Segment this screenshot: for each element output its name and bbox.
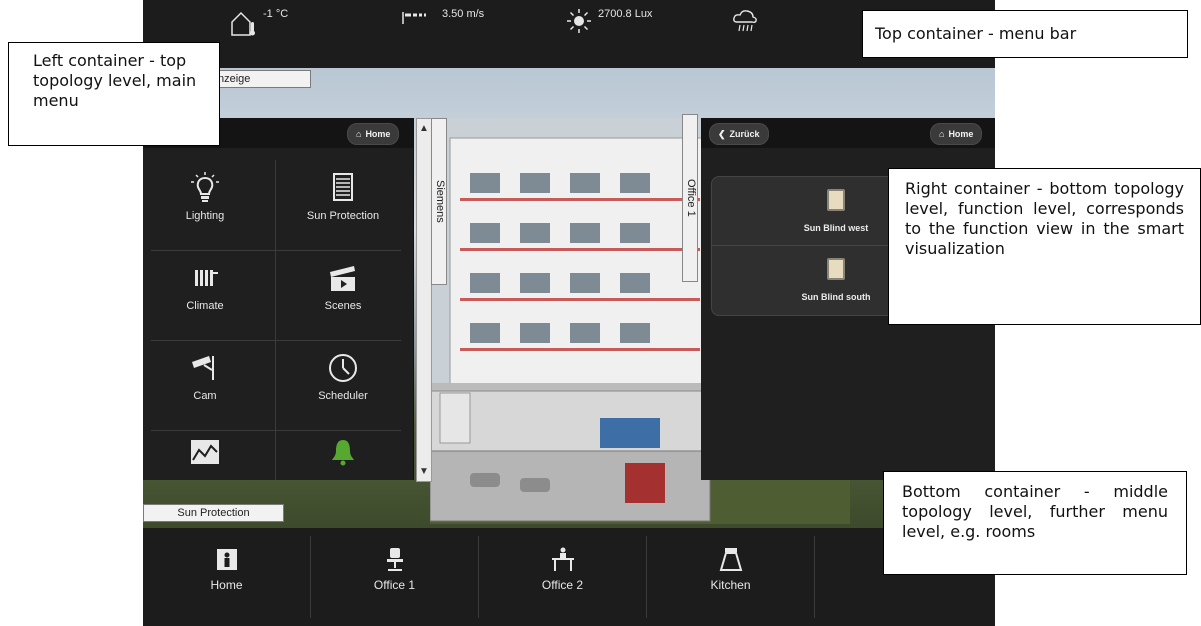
room-label: Home: [210, 578, 243, 592]
callout-left-container: Left container - top topology level, mai…: [8, 42, 220, 146]
home-icon: ⌂: [356, 129, 362, 139]
room-label: Office 1: [373, 578, 416, 592]
status-field: Sun Protection: [143, 504, 284, 522]
clapperboard-icon: [330, 266, 355, 291]
room-label: Office 2: [541, 578, 584, 592]
back-button-label: Zurück: [729, 129, 760, 139]
blind-icon: [333, 173, 353, 201]
chart-icon: [191, 440, 219, 464]
home-icon: ⌂: [939, 129, 945, 139]
sun-icon: [567, 9, 591, 33]
wind-value: 3.50 m/s: [442, 8, 485, 20]
coffee-pot-icon: [719, 548, 742, 571]
menu-divider: [151, 340, 401, 341]
wind-icon: [402, 12, 426, 24]
display-field: nzeige: [213, 70, 311, 88]
room-home[interactable]: Home: [143, 528, 310, 626]
scroll-down-icon[interactable]: ▼: [419, 466, 429, 477]
menu-item-label: Cam: [193, 390, 217, 402]
menu-item-label: Scheduler: [318, 390, 368, 402]
bell-icon: [332, 440, 354, 466]
menu-item-alarm[interactable]: [281, 432, 405, 480]
smart-home-app: -1 °C 3.50 m/s 2700.8 Lux nzeige ▲ ▼ Sie…: [143, 0, 995, 626]
menu-divider: [151, 430, 401, 431]
function-label: Sun Blind west: [803, 223, 869, 233]
callout-bottom-container: Bottom container - middle topology level…: [883, 471, 1187, 575]
scroll-up-icon[interactable]: ▲: [419, 123, 429, 134]
menu-item-scenes[interactable]: Scenes: [281, 252, 405, 340]
lightbulb-icon: [191, 172, 219, 202]
brightness-display[interactable]: 2700.8 Lux: [566, 8, 652, 34]
menu-item-label: Scenes: [324, 300, 362, 312]
blind-icon: [827, 189, 845, 211]
building-tab-siemens[interactable]: Siemens: [431, 118, 447, 285]
callout-top-container: Top container - menu bar: [862, 10, 1188, 58]
menu-item-label: Sun Protection: [306, 210, 380, 222]
clock-icon: [329, 354, 357, 382]
home-button[interactable]: ⌂ Home: [930, 123, 983, 145]
home-button[interactable]: ⌂ Home: [347, 123, 400, 145]
house-thermometer-icon: [231, 11, 255, 36]
menu-item-climate[interactable]: Climate: [143, 252, 267, 340]
temperature-display[interactable]: -1 °C: [229, 8, 288, 36]
wind-display[interactable]: 3.50 m/s: [400, 8, 484, 26]
room-office-1[interactable]: Office 1: [311, 528, 478, 626]
menu-scrollbar[interactable]: ▲ ▼: [416, 118, 432, 482]
menu-item-label: Climate: [186, 300, 224, 312]
building-tab-office1[interactable]: Office 1: [682, 114, 698, 282]
blind-icon: [827, 258, 845, 280]
room-kitchen[interactable]: Kitchen: [647, 528, 814, 626]
menu-item-chart[interactable]: [143, 432, 267, 480]
menu-item-label: Lighting: [185, 210, 225, 222]
menu-item-cam[interactable]: Cam: [143, 342, 267, 430]
room-office-2[interactable]: Office 2: [479, 528, 646, 626]
menu-item-scheduler[interactable]: Scheduler: [281, 342, 405, 430]
room-menu-bar: Home Office 1 Office 2 Kitchen: [143, 528, 995, 626]
temperature-value: -1 °C: [263, 8, 289, 20]
home-icon: [216, 549, 237, 570]
home-button-label: Home: [948, 129, 974, 139]
menu-divider: [151, 250, 401, 251]
rain-display[interactable]: [732, 8, 758, 34]
function-label: Sun Blind south: [801, 292, 871, 302]
back-button[interactable]: ❮ Zurück: [709, 123, 769, 145]
function-panel-header: ❮ Zurück ⌂ Home: [701, 118, 995, 148]
camera-icon: [192, 356, 214, 380]
room-divider: [814, 536, 815, 618]
brightness-value: 2700.8 Lux: [598, 8, 653, 20]
room-label: Kitchen: [710, 578, 751, 592]
office-chair-icon: [386, 548, 403, 571]
rain-cloud-icon: [733, 10, 757, 32]
callout-right-container: Right container - bottom topology level,…: [888, 168, 1201, 325]
main-menu-panel: ⌂ Home Lighting Sun Protection Climate S…: [143, 118, 414, 480]
menu-item-sun-protection[interactable]: Sun Protection: [281, 162, 405, 250]
menu-item-lighting[interactable]: Lighting: [143, 162, 267, 250]
menu-divider: [275, 160, 276, 480]
chevron-left-icon: ❮: [718, 128, 726, 139]
radiator-icon: [195, 270, 218, 286]
home-button-label: Home: [365, 129, 391, 139]
desk-icon: [551, 547, 574, 571]
